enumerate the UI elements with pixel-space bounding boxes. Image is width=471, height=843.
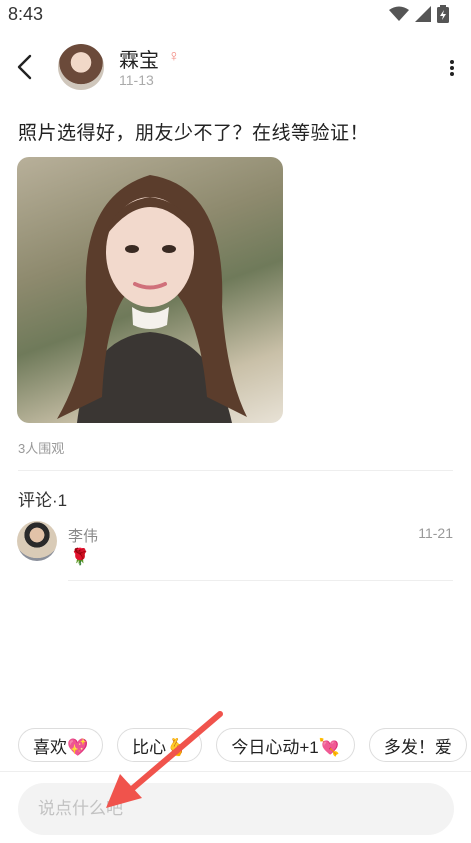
battery-icon <box>437 5 449 23</box>
portrait-illustration <box>57 175 247 423</box>
author-avatar[interactable] <box>58 44 104 90</box>
female-icon: ♀ <box>168 48 180 65</box>
comment-input[interactable] <box>18 783 454 835</box>
comment-text: 🌹 <box>70 549 90 566</box>
status-icons <box>389 5 449 23</box>
quick-reply-chip[interactable]: 今日心动+1💘 <box>216 728 355 762</box>
signal-icon <box>415 6 431 22</box>
commenter-name[interactable]: 李伟 <box>68 525 98 546</box>
quick-reply-chip[interactable]: 喜欢💖 <box>18 728 104 762</box>
status-bar: 8:43 <box>0 0 471 30</box>
back-icon[interactable] <box>14 54 36 80</box>
post-text: 照片选得好，朋友少不了？在线等验证！ <box>18 123 370 144</box>
divider <box>68 580 453 581</box>
more-options-icon[interactable] <box>449 58 455 78</box>
quick-reply-chip[interactable]: 多发！爱 <box>368 728 467 762</box>
wifi-icon <box>389 6 409 21</box>
divider <box>0 771 471 772</box>
post-photo[interactable] <box>17 157 283 423</box>
comment-date: 11-21 <box>418 525 453 541</box>
quick-replies: 喜欢💖 比心🫰 今日心动+1💘 多发！爱 <box>18 728 467 762</box>
divider <box>18 470 453 471</box>
author-name[interactable]: 霖宝 <box>119 44 159 73</box>
onlookers-count: 3人围观 <box>18 441 65 456</box>
status-time: 8:43 <box>8 4 44 24</box>
post-date: 11-13 <box>119 72 154 88</box>
comments-title: 评论·1 <box>18 491 68 510</box>
post-header: 霖宝 ♀ 11-13 <box>0 38 471 98</box>
red-arrow-icon <box>106 711 223 808</box>
commenter-avatar[interactable] <box>17 521 57 561</box>
